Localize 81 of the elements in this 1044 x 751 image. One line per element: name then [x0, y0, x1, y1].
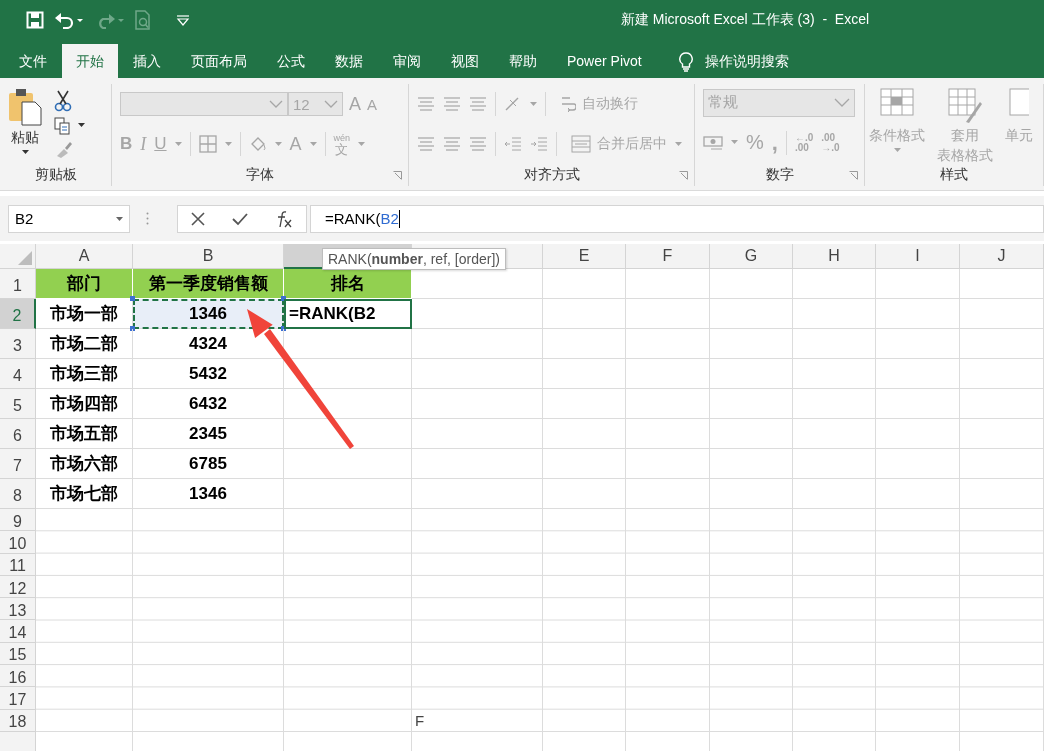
column-header[interactable]: G — [710, 244, 793, 269]
group-label: 字体 — [246, 165, 274, 184]
table-cell: 2345 — [133, 419, 284, 449]
ribbon-tab[interactable]: 数据 — [320, 46, 378, 78]
column-header[interactable]: J — [960, 244, 1044, 269]
ribbon-tab[interactable]: 插入 — [118, 46, 176, 78]
clipboard-icon[interactable] — [8, 88, 42, 126]
row-header[interactable]: 10 — [0, 531, 36, 554]
select-all-icon[interactable] — [18, 251, 32, 265]
row-header[interactable]: 11 — [0, 553, 36, 576]
column-header[interactable]: A — [36, 244, 133, 269]
column-header[interactable]: I — [876, 244, 960, 269]
save-icon[interactable] — [26, 11, 44, 29]
ribbon-tab[interactable]: 视图 — [436, 46, 494, 78]
column-header[interactable]: E — [543, 244, 626, 269]
header-cell: 第一季度销售额 — [133, 269, 284, 299]
header-cell: 排名 — [284, 269, 412, 299]
lightbulb-icon[interactable] — [678, 52, 693, 72]
row-header[interactable]: 6 — [0, 419, 36, 449]
name-box[interactable]: B2 — [8, 204, 130, 233]
dialog-launcher-icon[interactable] — [679, 171, 688, 180]
table-cell: 市场四部 — [36, 389, 133, 419]
group-label: 数字 — [765, 165, 794, 184]
ribbon-tab[interactable]: 开始 — [62, 44, 118, 78]
function-tooltip: RANK(number, ref, [order]) — [322, 248, 506, 270]
formula-field[interactable]: =RANK(B2 — [310, 204, 1044, 233]
group-label: 剪贴板 — [34, 165, 77, 184]
ribbon-tab[interactable]: 公式 — [262, 46, 320, 78]
row-header[interactable]: 9 — [0, 509, 36, 532]
table-cell: 1346 — [133, 479, 284, 509]
row-header[interactable]: 15 — [0, 642, 36, 666]
table-cell: 5432 — [133, 359, 284, 389]
enter-icon[interactable] — [232, 211, 248, 226]
search-field[interactable]: 操作说明搜索 — [704, 53, 789, 71]
row-header[interactable]: 18 — [0, 709, 36, 732]
customize-icon[interactable] — [176, 14, 190, 26]
row-header[interactable]: 16 — [0, 665, 36, 688]
row-header[interactable]: 8 — [0, 479, 36, 509]
table-cell: 市场三部 — [36, 359, 133, 389]
paste-button[interactable]: 粘贴 — [11, 129, 39, 147]
row-header[interactable]: 13 — [0, 598, 36, 621]
ribbon-tab[interactable]: 页面布局 — [176, 46, 262, 78]
ribbon-tab[interactable]: 审阅 — [378, 46, 436, 78]
row-header[interactable]: 14 — [0, 620, 36, 643]
cell-text: F — [412, 709, 543, 732]
row-header[interactable]: 2 — [0, 299, 36, 329]
dropdown-icon — [116, 216, 123, 221]
caret-icon[interactable] — [78, 123, 85, 129]
column-header[interactable]: H — [793, 244, 876, 269]
row-header[interactable]: 12 — [0, 575, 36, 599]
table-cell: 6432 — [133, 389, 284, 419]
ribbon-tab[interactable]: Power Pivot — [552, 46, 657, 78]
ribbon-tab[interactable]: 文件 — [4, 46, 62, 78]
row-header[interactable]: 4 — [0, 359, 36, 389]
row-header[interactable]: 7 — [0, 449, 36, 479]
table-cell: 市场二部 — [36, 329, 133, 359]
dialog-launcher-icon[interactable] — [849, 171, 858, 180]
group-label: 样式 — [940, 165, 968, 184]
scissors-icon[interactable] — [54, 90, 72, 113]
table-cell: 6785 — [133, 449, 284, 479]
table-cell: 1346 — [133, 299, 284, 329]
ribbon-tab[interactable]: 帮助 — [494, 46, 552, 78]
caret-icon[interactable] — [21, 150, 29, 155]
cancel-icon[interactable] — [191, 211, 206, 226]
table-cell: 市场六部 — [36, 449, 133, 479]
row-header[interactable]: 5 — [0, 389, 36, 419]
table-cell: 市场五部 — [36, 419, 133, 449]
grip-icon — [146, 212, 149, 225]
column-header[interactable]: F — [626, 244, 710, 269]
header-cell: 部门 — [36, 269, 133, 299]
window-title: 新建 Microsoft Excel 工作表 (3) - Excel — [619, 11, 871, 29]
dialog-launcher-icon[interactable] — [393, 171, 402, 180]
row-header[interactable]: 17 — [0, 687, 36, 710]
column-header[interactable]: B — [133, 244, 284, 269]
copy-icon[interactable] — [54, 117, 70, 135]
group-label: 对齐方式 — [523, 165, 580, 184]
row-header[interactable]: 3 — [0, 329, 36, 359]
row-header[interactable]: 1 — [0, 269, 36, 299]
table-cell: 市场七部 — [36, 479, 133, 509]
cell-editor[interactable]: =RANK(B2 — [284, 299, 412, 329]
undo-icon[interactable] — [54, 11, 84, 29]
